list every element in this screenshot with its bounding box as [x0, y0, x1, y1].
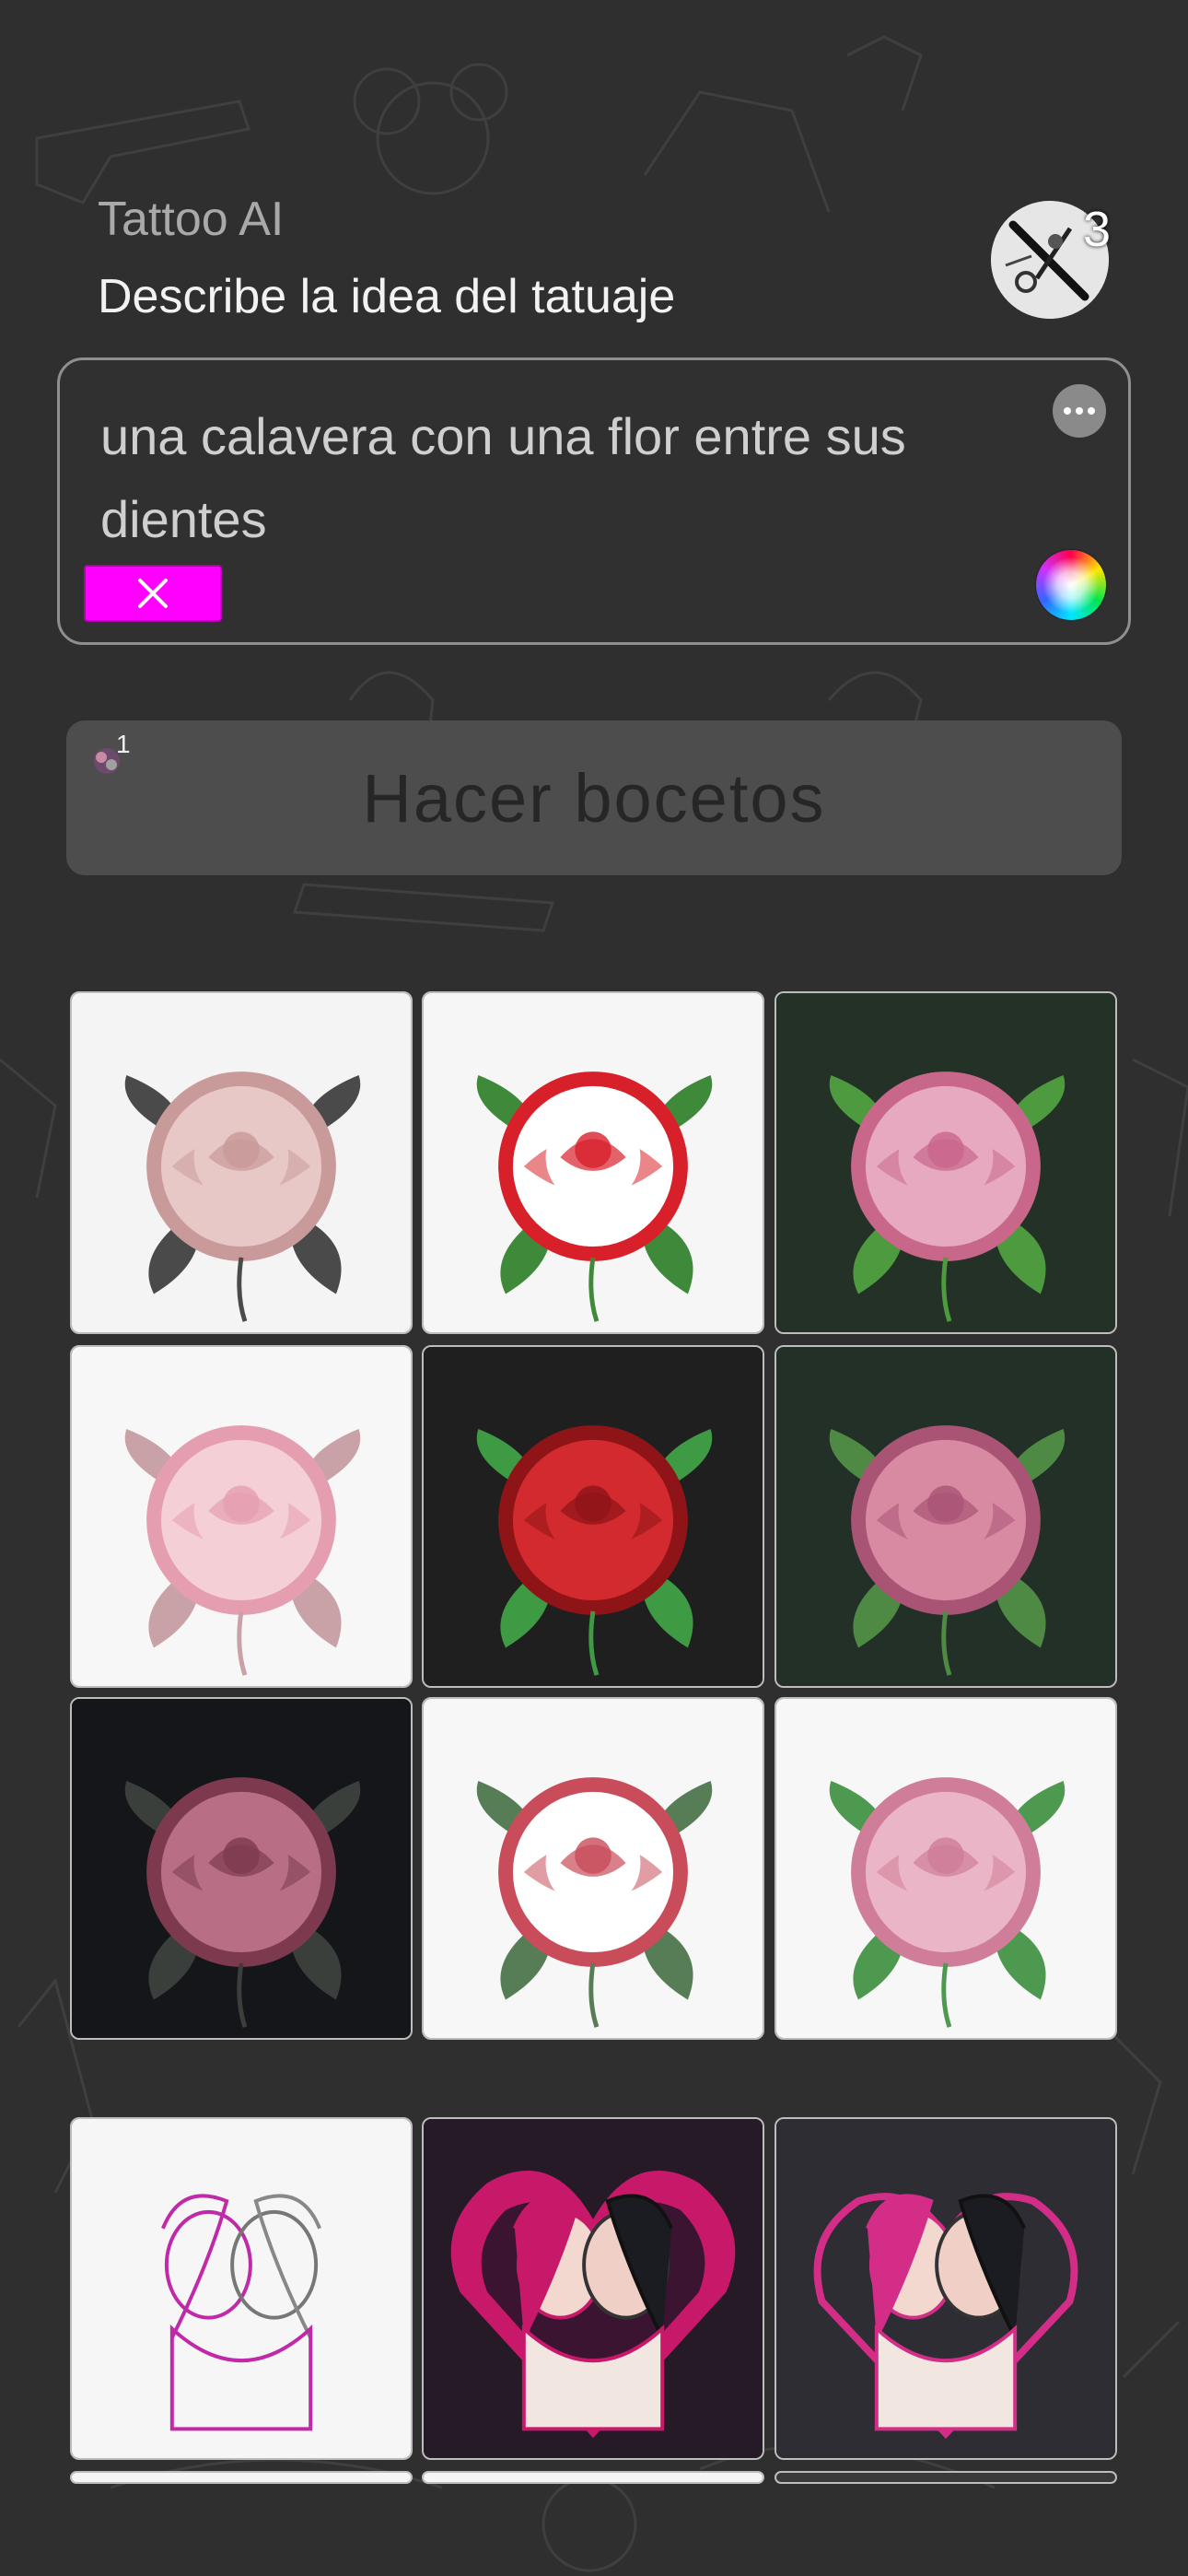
tattoo-thumbnail[interactable] [70, 1697, 413, 2040]
credits-count: 3 [1083, 202, 1112, 257]
tattoo-thumbnail-partial[interactable] [775, 2471, 1117, 2484]
tattoo-thumbnail-partial[interactable] [70, 2471, 413, 2484]
make-sketches-button[interactable]: 1 Hacer bocetos [66, 720, 1122, 875]
tattoo-thumbnail[interactable] [775, 2117, 1117, 2460]
tattoo-thumbnail[interactable] [70, 991, 413, 1334]
clear-prompt-button[interactable] [84, 565, 222, 622]
tattoo-thumbnail[interactable] [422, 2117, 764, 2460]
tattoo-thumbnail[interactable] [422, 1697, 764, 2040]
sketch-count-badge: 1 [116, 730, 131, 758]
prompt-box[interactable]: una calavera con una flor entre sus dien… [57, 357, 1131, 645]
dot-icon [1076, 407, 1083, 415]
make-sketches-label: Hacer bocetos [362, 759, 826, 837]
prompt-instruction: Describe la idea del tatuaje [98, 270, 676, 323]
dot-icon [1064, 407, 1071, 415]
tattoo-thumbnail[interactable] [775, 1697, 1117, 2040]
close-icon [138, 579, 168, 608]
tattoo-thumbnail[interactable] [70, 2117, 413, 2460]
tattoo-thumbnail[interactable] [775, 1345, 1117, 1688]
more-options-button[interactable] [1053, 384, 1106, 438]
tattoo-thumbnail[interactable] [422, 991, 764, 1334]
tattoo-thumbnail[interactable] [775, 991, 1117, 1334]
app-title: Tattoo AI [98, 193, 285, 246]
prompt-input[interactable]: una calavera con una flor entre sus dien… [100, 395, 1021, 561]
tattoo-thumbnail[interactable] [70, 1345, 413, 1688]
tattoo-thumbnail-partial[interactable] [422, 2471, 764, 2484]
dot-icon [1088, 407, 1095, 415]
color-picker-button[interactable] [1036, 550, 1106, 620]
tattoo-thumbnail[interactable] [422, 1345, 764, 1688]
